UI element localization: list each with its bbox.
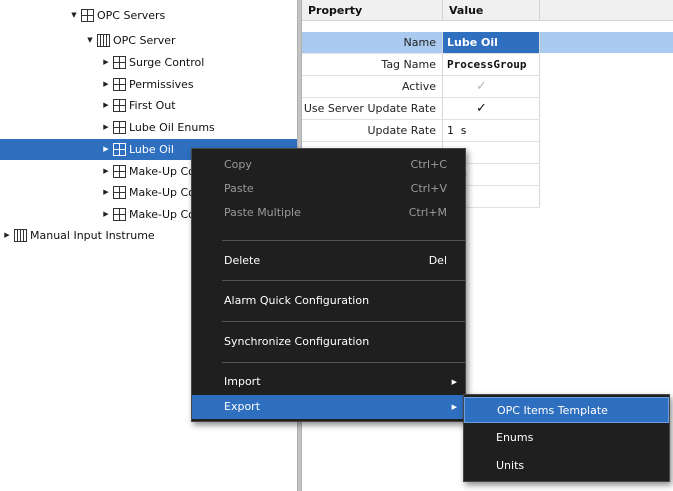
menu-separator: [222, 280, 465, 281]
export-submenu: OPC Items Template Enums Units: [463, 394, 670, 482]
menu-separator: [222, 362, 465, 363]
checkbox-check-icon[interactable]: ✓: [476, 101, 487, 116]
menu-separator: [222, 240, 465, 241]
checkbox-disabled-check-icon: ✓: [476, 79, 487, 94]
property-name: Active: [302, 76, 443, 97]
tree-item-label: Manual Input Instrume: [30, 229, 155, 242]
group-grid-icon: [113, 165, 126, 178]
group-grid-icon: [113, 143, 126, 156]
menu-item-import[interactable]: Import ▶: [192, 370, 465, 394]
menu-separator: [222, 321, 465, 322]
submenu-item-units[interactable]: Units: [464, 453, 669, 479]
tree-item-label: Lube Oil: [129, 143, 174, 156]
collapsed-arrow-icon[interactable]: ▶: [102, 117, 110, 138]
tree-item-lube-oil-enums[interactable]: ▶ Lube Oil Enums: [0, 117, 297, 138]
menu-item-export[interactable]: Export ▶: [192, 395, 465, 419]
tree-item-permissives[interactable]: ▶ Permissives: [0, 74, 297, 95]
property-row-active[interactable]: Active ✓: [302, 76, 673, 97]
tree-item-first-out[interactable]: ▶ First Out: [0, 95, 297, 116]
server-icon: [97, 34, 110, 47]
menu-item-shortcut: Del: [428, 254, 447, 267]
group-grid-icon: [113, 121, 126, 134]
property-value-cell[interactable]: ✓: [443, 98, 540, 119]
menu-item-label: Import: [224, 375, 261, 388]
menu-item-synchronize-configuration[interactable]: Synchronize Configuration: [192, 330, 465, 354]
group-grid-icon: [81, 9, 94, 22]
submenu-arrow-icon: ▶: [451, 378, 457, 386]
tree-item-label: OPC Servers: [97, 9, 166, 22]
property-row-name[interactable]: Name Lube Oil: [302, 32, 673, 53]
menu-item-paste[interactable]: Paste Ctrl+V: [192, 177, 465, 201]
menu-item-label: Paste Multiple: [224, 206, 301, 219]
menu-item-label: Delete: [224, 254, 261, 267]
property-row-update-rate[interactable]: Update Rate 1 s: [302, 120, 673, 141]
tree-item-label: First Out: [129, 99, 176, 112]
menu-item-shortcut: Ctrl+M: [408, 206, 447, 219]
expanded-arrow-icon[interactable]: ▼: [86, 30, 94, 51]
group-grid-icon: [113, 208, 126, 221]
tree-item-surge-control[interactable]: ▶ Surge Control: [0, 52, 297, 73]
submenu-item-opc-items-template[interactable]: OPC Items Template: [464, 397, 669, 423]
collapsed-arrow-icon[interactable]: ▶: [102, 95, 110, 116]
tree-item-label: Permissives: [129, 78, 194, 91]
submenu-arrow-icon: ▶: [451, 403, 457, 411]
menu-item-label: Paste: [224, 182, 254, 195]
menu-item-label: Copy: [224, 158, 252, 171]
menu-item-copy[interactable]: Copy Ctrl+C: [192, 153, 465, 177]
property-row-use-server-update-rate[interactable]: Use Server Update Rate ✓: [302, 98, 673, 119]
property-name: Update Rate: [302, 120, 443, 141]
menu-item-label: Synchronize Configuration: [224, 335, 370, 348]
context-menu: Copy Ctrl+C Paste Ctrl+V Paste Multiple …: [191, 148, 466, 422]
property-value[interactable]: 1 s: [443, 120, 540, 141]
group-grid-icon: [113, 78, 126, 91]
collapsed-arrow-icon[interactable]: ▶: [102, 74, 110, 95]
menu-item-shortcut: Ctrl+V: [410, 182, 447, 195]
property-name: Tag Name: [302, 54, 443, 75]
menu-item-delete[interactable]: Delete Del: [192, 249, 465, 273]
group-grid-icon: [113, 99, 126, 112]
menu-item-label: Export: [224, 400, 261, 413]
menu-item-paste-multiple[interactable]: Paste Multiple Ctrl+M: [192, 201, 465, 225]
group-grid-icon: [113, 56, 126, 69]
property-value[interactable]: Lube Oil: [443, 32, 540, 53]
column-header-value[interactable]: Value: [443, 0, 540, 21]
column-header-filler: [540, 0, 673, 21]
tree-item-label: Surge Control: [129, 56, 205, 69]
collapsed-arrow-icon[interactable]: ▶: [3, 225, 11, 246]
tree-item-opc-servers[interactable]: ▼ OPC Servers: [0, 5, 297, 26]
tree-item-label: Lube Oil Enums: [129, 121, 215, 134]
property-value-cell[interactable]: ✓: [443, 76, 540, 97]
column-header-property[interactable]: Property: [302, 0, 443, 21]
server-icon: [14, 229, 27, 242]
property-name: Use Server Update Rate: [302, 98, 443, 119]
submenu-item-enums[interactable]: Enums: [464, 425, 669, 451]
menu-item-label: OPC Items Template: [497, 404, 608, 417]
menu-item-alarm-quick-configuration[interactable]: Alarm Quick Configuration: [192, 289, 465, 313]
collapsed-arrow-icon[interactable]: ▶: [102, 182, 110, 203]
collapsed-arrow-icon[interactable]: ▶: [102, 52, 110, 73]
menu-item-label: Units: [496, 459, 525, 472]
tree-item-label: OPC Server: [113, 34, 176, 47]
menu-item-label: Alarm Quick Configuration: [224, 294, 370, 307]
collapsed-arrow-icon[interactable]: ▶: [102, 204, 110, 225]
menu-item-label: Enums: [496, 431, 534, 444]
group-grid-icon: [113, 186, 126, 199]
expanded-arrow-icon[interactable]: ▼: [70, 5, 78, 26]
collapsed-arrow-icon[interactable]: ▶: [102, 139, 110, 160]
collapsed-arrow-icon[interactable]: ▶: [102, 161, 110, 182]
property-row-tag-name[interactable]: Tag Name ProcessGroup: [302, 54, 673, 75]
property-name: Name: [302, 32, 443, 53]
property-value[interactable]: ProcessGroup: [443, 54, 540, 75]
tree-item-opc-server[interactable]: ▼ OPC Server: [0, 30, 297, 51]
menu-item-shortcut: Ctrl+C: [410, 158, 447, 171]
